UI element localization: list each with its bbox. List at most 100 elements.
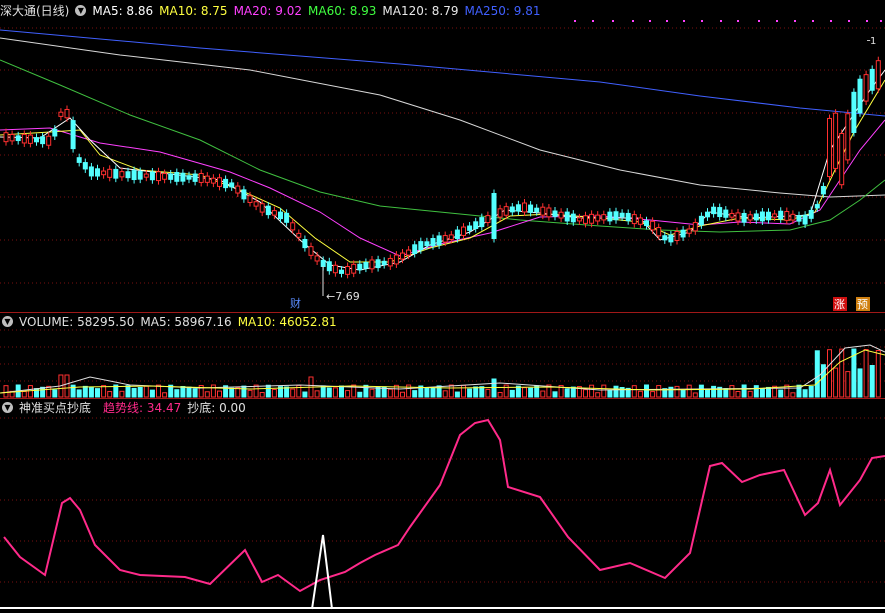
volume-bar xyxy=(290,388,296,398)
candle-body xyxy=(58,111,64,117)
candle-body xyxy=(15,135,21,142)
volume-bar xyxy=(790,392,796,398)
volume-bar xyxy=(729,385,735,398)
indicator-value-0: 趋势线: 34.47 xyxy=(103,401,182,415)
volume-bar xyxy=(412,390,418,398)
signal-dot xyxy=(649,20,651,22)
collapse-toggle-icon[interactable]: ▼ xyxy=(75,5,87,16)
ma-indicator-4: MA120: 8.79 xyxy=(382,4,459,18)
ma-indicator-1: MA10: 8.75 xyxy=(159,4,228,18)
candle-body xyxy=(192,173,198,182)
candle-body xyxy=(131,170,137,181)
volume-bar xyxy=(723,388,729,398)
collapse-toggle-icon[interactable]: ▼ xyxy=(2,402,13,413)
candle-body xyxy=(406,249,412,256)
candle-body xyxy=(827,117,832,178)
volume-bar xyxy=(259,392,265,398)
candle-body xyxy=(589,213,595,224)
volume-bar xyxy=(314,390,320,398)
candle-body xyxy=(82,162,88,170)
volume-bar xyxy=(857,368,863,398)
finance-tag: 财 xyxy=(290,296,301,310)
volume-bar xyxy=(345,390,351,398)
volume-bar xyxy=(247,389,253,398)
signal-dot xyxy=(592,20,594,22)
candle-body xyxy=(448,234,454,240)
signal-dot xyxy=(794,20,796,22)
volume-bar xyxy=(180,386,186,398)
volume-bar xyxy=(82,385,88,398)
volume-bar xyxy=(204,391,210,398)
candle-body xyxy=(363,262,369,269)
candle-body xyxy=(711,206,717,215)
candle-body xyxy=(34,137,39,143)
collapse-toggle-icon[interactable]: ▼ xyxy=(2,316,13,327)
candle-body xyxy=(576,217,582,222)
volume-bar xyxy=(668,386,674,398)
volume-bar xyxy=(448,384,454,398)
volume-bar xyxy=(613,385,619,398)
candle-body xyxy=(674,231,680,241)
chart-canvas[interactable]: ←7.69 财 涨预 ╶1 xyxy=(0,0,885,613)
candle-body xyxy=(265,205,271,216)
candle-body xyxy=(796,215,802,222)
candle-body xyxy=(503,206,509,216)
candle-body xyxy=(210,177,216,184)
volume-bar xyxy=(137,386,143,398)
trend-line xyxy=(3,418,885,593)
stock-title: 深大通(日线) xyxy=(0,4,70,18)
volume-bar xyxy=(564,388,570,398)
volume-bar xyxy=(698,384,704,398)
volume-bar xyxy=(3,385,9,398)
signal-dot xyxy=(848,20,850,22)
volume-bar xyxy=(711,385,717,398)
candle-body xyxy=(686,228,692,234)
candle-body xyxy=(339,269,344,274)
candle-body xyxy=(662,235,668,241)
volume-bar xyxy=(741,384,747,398)
volume-bar xyxy=(686,384,692,398)
candle-body xyxy=(369,259,375,270)
candle-body xyxy=(668,234,674,243)
volume-bar xyxy=(552,391,558,398)
volume-bar xyxy=(540,390,546,398)
volume-indicator-list: VOLUME: 58295.50 MA5: 58967.16 MA10: 46052… xyxy=(19,315,343,329)
candle-body xyxy=(180,172,186,182)
ma-indicator-list: MA5: 8.86 MA10: 8.75 MA20: 9.02 MA60: 8.93 M… xyxy=(92,4,546,18)
candle-body xyxy=(583,215,588,224)
candle-body xyxy=(595,214,601,222)
candle-body xyxy=(473,221,479,229)
candle-body xyxy=(644,220,649,227)
candle-body xyxy=(27,134,33,144)
volume-bar xyxy=(339,385,344,398)
volume-bar xyxy=(454,391,460,398)
volume-bar xyxy=(265,384,271,398)
volume-bar xyxy=(747,390,753,398)
volume-bar xyxy=(692,392,698,398)
candle-body xyxy=(766,211,771,221)
candle-body xyxy=(162,173,168,180)
volume-bar xyxy=(125,385,131,398)
candle-body xyxy=(88,166,94,177)
volume-bar xyxy=(796,384,802,398)
volume-bar xyxy=(107,391,113,398)
candle-body xyxy=(229,182,235,188)
candle-body xyxy=(284,212,290,223)
volume-bar xyxy=(808,385,814,398)
candle-body xyxy=(454,229,460,240)
volume-bar xyxy=(461,384,466,398)
volume-bar xyxy=(583,389,588,398)
candle-body xyxy=(351,263,357,274)
candle-body xyxy=(619,212,625,218)
candle-body xyxy=(326,261,332,272)
candle-body xyxy=(772,213,778,218)
candle-body xyxy=(76,157,82,163)
volume-bar xyxy=(217,390,222,398)
volume-bar xyxy=(845,371,851,398)
candle-body xyxy=(217,177,222,187)
candle-body xyxy=(467,225,473,231)
volume-bar xyxy=(875,349,881,398)
volume-bar xyxy=(101,385,107,398)
candle-body xyxy=(814,204,820,209)
ma250-line xyxy=(0,29,885,117)
